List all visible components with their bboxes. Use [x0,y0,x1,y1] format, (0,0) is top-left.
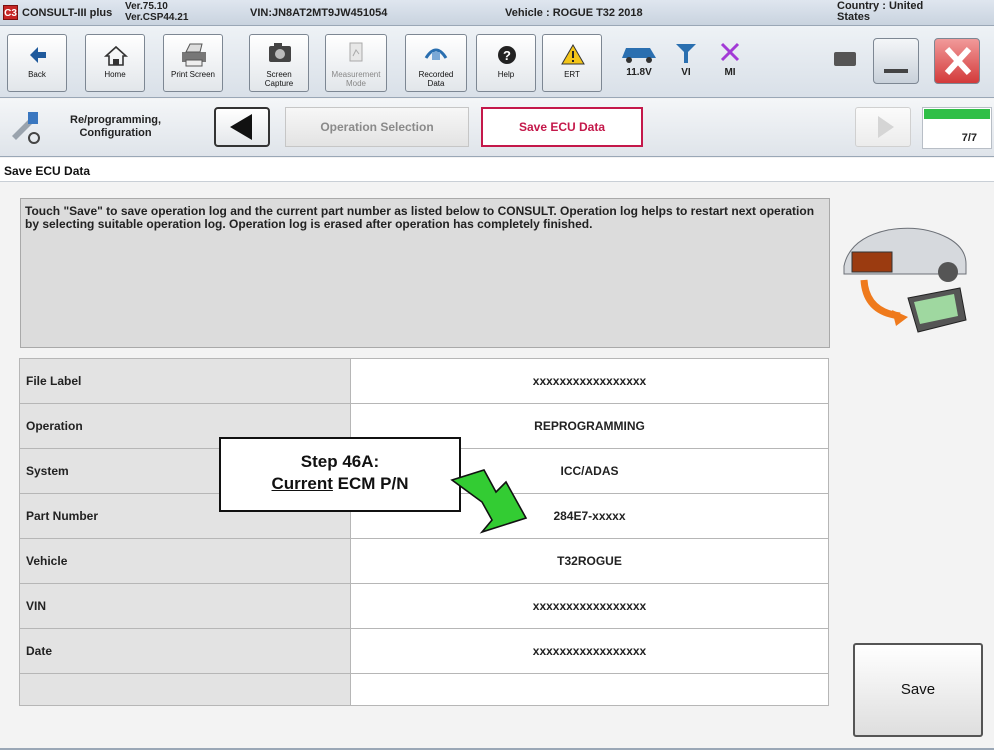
title-bar: C3 CONSULT-III plus Ver.75.10 Ver.CSP44.… [0,0,994,26]
measurement-label-2: Mode [345,79,366,88]
row-label: File Label [19,358,351,404]
right-triangle-icon [878,116,894,138]
table-row-empty [19,673,829,706]
print-screen-button[interactable]: Print Screen [163,34,223,92]
breadcrumb-reprogramming[interactable]: Re/programming, Configuration [8,107,178,149]
row-value: xxxxxxxxxxxxxxxxx [350,583,829,629]
row-value: xxxxxxxxxxxxxxxxx [350,358,829,404]
ecu-data-table: File Label xxxxxxxxxxxxxxxxx Operation REPR… [19,358,829,706]
table-row: VIN xxxxxxxxxxxxxxxxx [19,583,829,629]
row-label: VIN [19,583,351,629]
camera-icon [269,43,291,62]
progress-fill [924,109,990,119]
consult-logo-icon: C3 [3,5,18,20]
mi-label: MI [724,67,736,78]
step-callout: Step 46A: Current ECM P/N [219,437,461,512]
warning-icon [561,44,585,65]
breadcrumb-back-button[interactable] [214,107,270,147]
breadcrumb: Re/programming, Configuration Operation … [0,99,994,157]
help-button[interactable]: ? Help [476,34,536,92]
battery-voltage: 11.8V [626,67,652,78]
country-line-2: States [837,11,871,23]
vi-connection-icon [676,44,696,63]
screen-label-2: Capture [264,79,294,88]
vin-label: VIN:JN8AT2MT9JW451054 [250,7,388,19]
table-row: File Label xxxxxxxxxxxxxxxxx [19,358,829,404]
help-icon: ? [498,46,516,64]
toolbar: Back Home Print Screen Screen Capture Me… [0,26,994,98]
print-label: Print Screen [170,70,216,79]
recorded-data-button[interactable]: Recorded Data [405,34,467,92]
measurement-label-1: Measurement [331,70,381,79]
callout-line-1: Step 46A: [300,452,380,471]
home-button[interactable]: Home [85,34,145,92]
table-row: Date xxxxxxxxxxxxxxxxx [19,628,829,674]
table-row: Vehicle T32ROGUE [19,538,829,584]
left-triangle-icon [230,114,252,140]
measurement-mode-button[interactable]: Measurement Mode [325,34,387,92]
vehicle-label: Vehicle : ROGUE T32 2018 [505,7,643,19]
callout-rest-text: ECM P/N [332,474,409,493]
callout-line-2: Current ECM P/N [221,473,459,495]
callout-arrow-icon [450,469,528,534]
row-label: Vehicle [19,538,351,584]
mi-status: MI [712,40,748,78]
version-line-2: Ver.CSP44.21 [125,12,189,23]
vi-status: VI [668,40,704,78]
row-label [19,673,351,706]
breadcrumb-save-ecu-data: Save ECU Data [481,107,643,147]
version-line-1: Ver.75.10 [125,1,168,12]
mi-disconnected-icon [720,42,740,62]
car-to-laptop-icon [843,227,967,333]
measurement-icon [349,42,363,62]
progress-text: 7/7 [961,132,977,144]
screen-label-1: Screen [266,70,292,79]
minimize-button[interactable] [873,38,919,84]
reprogramming-icon [12,112,40,144]
country-label: Country : United States [837,1,923,23]
ert-button[interactable]: ERT [542,34,602,92]
battery-status: 11.8V [614,40,664,78]
breadcrumb-label-1: Re/programming, [70,114,162,126]
home-icon [103,45,129,66]
save-button[interactable]: Save [853,643,983,737]
callout-underlined-text: Current [271,474,333,493]
vi-label: VI [681,67,691,78]
screen-capture-button[interactable]: Screen Capture [249,34,309,92]
breadcrumb-label-2: Configuration [79,127,152,139]
recorded-label-2: Data [427,79,445,88]
ert-label: ERT [564,70,580,79]
row-value: xxxxxxxxxxxxxxxxx [350,628,829,674]
row-value [350,673,829,706]
instruction-message: Touch "Save" to save operation log and t… [20,198,830,348]
step-progress: 7/7 [922,107,992,149]
back-arrow-icon [30,47,46,63]
breadcrumb-next-button[interactable] [855,107,911,147]
home-label: Home [104,70,126,79]
close-icon [944,46,972,76]
app-name: CONSULT-III plus [22,7,113,19]
back-button[interactable]: Back [7,34,67,92]
breadcrumb-operation-selection[interactable]: Operation Selection [285,107,469,147]
printer-icon [182,43,206,67]
car-battery-icon [622,48,656,63]
minimize-icon [884,69,908,73]
row-value: T32ROGUE [350,538,829,584]
svg-text:?: ? [503,48,511,63]
keyboard-icon [834,52,856,66]
recorded-data-icon [424,48,448,60]
close-button[interactable] [934,38,980,84]
back-label: Back [28,70,46,79]
version-info: Ver.75.10 Ver.CSP44.21 [125,1,188,23]
help-label: Help [497,70,515,79]
row-label: Date [19,628,351,674]
page-title: Save ECU Data [0,158,994,182]
recorded-label-1: Recorded [418,70,454,79]
consult-app-window: C3 CONSULT-III plus Ver.75.10 Ver.CSP44.… [0,0,994,750]
